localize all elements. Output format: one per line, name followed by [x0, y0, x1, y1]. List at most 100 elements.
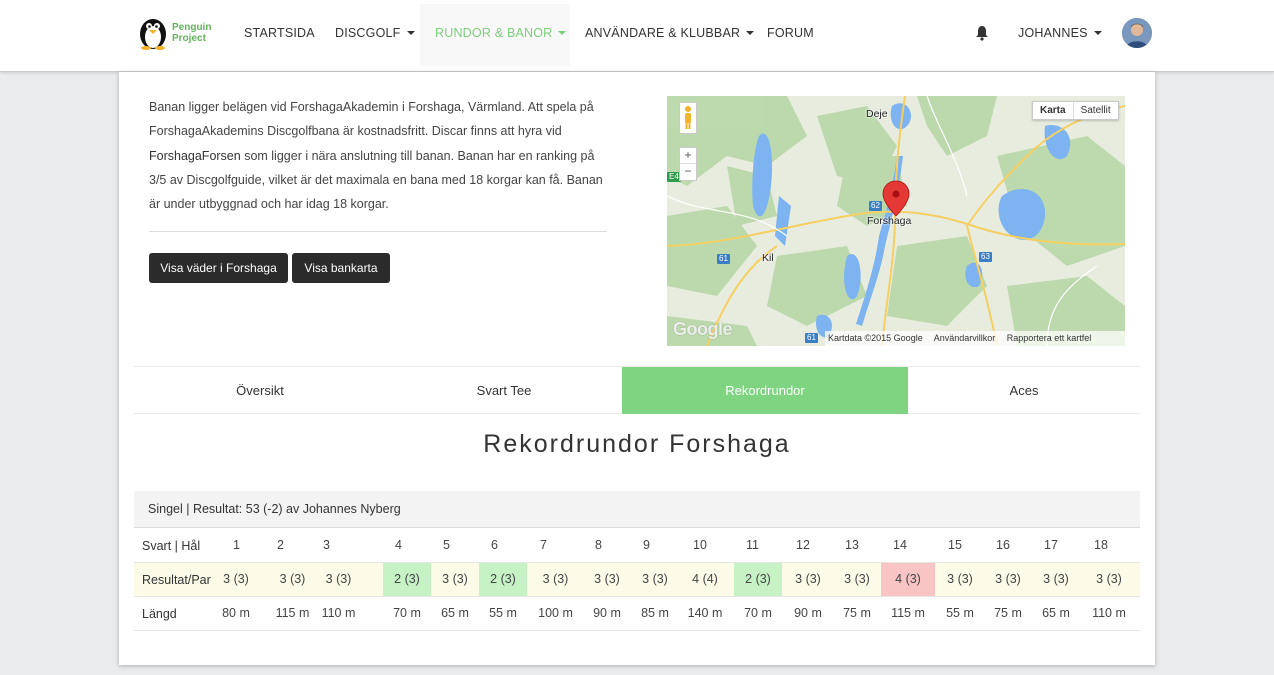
length-cell: 100 m — [538, 606, 573, 620]
street-view-pegman-icon[interactable] — [679, 102, 697, 134]
length-cell: 110 m — [1092, 606, 1126, 620]
road-shield: 63 — [979, 252, 992, 262]
logo-text: Penguin Project — [172, 22, 212, 44]
hole-number: 3 — [323, 538, 330, 552]
map-place-label: Forshaga — [867, 215, 912, 227]
chevron-down-icon — [406, 30, 415, 35]
zoom-out-button[interactable]: − — [680, 164, 696, 179]
nav-startsida[interactable]: STARTSIDA — [244, 0, 315, 66]
map-type-toggle: Karta Satellit — [1032, 101, 1119, 120]
hole-number: 17 — [1044, 538, 1058, 552]
row-label: Svart | Hål — [142, 539, 201, 553]
map-type-karta[interactable]: Karta — [1033, 102, 1074, 119]
result-cell: 3 (3) — [442, 572, 468, 586]
row-label: Resultat/Par — [142, 573, 211, 587]
result-cell: 3 (3) — [1043, 572, 1069, 586]
chevron-down-icon — [746, 30, 755, 35]
forshagaforsen-link[interactable]: ForshagaForsen — [149, 149, 241, 163]
record-round-header: Singel | Resultat: 53 (-2) av Johannes N… — [134, 491, 1140, 528]
avatar-image — [1122, 18, 1152, 48]
divider — [149, 231, 607, 232]
length-cell: 70 m — [393, 606, 421, 620]
hole-number: 13 — [845, 538, 859, 552]
tab-rekordrundor[interactable]: Rekordrundor — [622, 367, 908, 414]
result-cell: 3 (3) — [594, 572, 620, 586]
hole-number: 4 — [395, 538, 402, 552]
tab-oversikt[interactable]: Översikt — [134, 367, 386, 414]
hole-number: 1 — [233, 538, 240, 552]
nav-forum[interactable]: FORUM — [767, 0, 814, 66]
hole-number: 6 — [491, 538, 498, 552]
hole-number: 16 — [996, 538, 1010, 552]
map-zoom-control: + − — [679, 147, 697, 181]
holes-row: Svart | Hål 1 2 3 4 5 6 7 8 9 10 11 12 13 14 15 16 17 18 — [134, 529, 1140, 563]
length-cell: 85 m — [641, 606, 669, 620]
terms-link[interactable]: Användarvillkor — [934, 333, 996, 343]
tab-aces[interactable]: Aces — [908, 367, 1140, 414]
map-place-label: Deje — [866, 108, 888, 120]
result-cell: 3 (3) — [542, 572, 569, 586]
hole-number: 14 — [893, 538, 907, 552]
length-cell: 55 m — [489, 606, 517, 620]
hole-number: 5 — [443, 538, 450, 552]
lengths-row: Längd 80 m 115 m 110 m 70 m 65 m 55 m 100 m 90 … — [134, 597, 1140, 631]
result-cell: 3 (3) — [947, 572, 973, 586]
length-cell: 90 m — [593, 606, 621, 620]
section-title: Rekordrundor Forshaga — [483, 430, 791, 458]
report-error-link[interactable]: Rapportera ett kartfel — [1007, 333, 1092, 343]
show-course-map-button[interactable]: Visa bankarta — [292, 253, 390, 283]
hole-number: 10 — [693, 538, 707, 552]
length-cell: 115 m — [891, 606, 925, 620]
top-navbar: Penguin Project STARTSIDA DISCGOLF RUNDO… — [0, 0, 1274, 72]
result-cell: 3 (3) — [795, 572, 821, 586]
hole-number: 7 — [540, 538, 547, 552]
result-cell: 3 (3) — [223, 572, 249, 586]
result-cell: 4 (3) — [881, 563, 935, 596]
tab-svart-tee[interactable]: Svart Tee — [386, 367, 622, 414]
map-footer: Kartdata ©2015 Google Användarvillkor Ra… — [825, 331, 1125, 346]
length-cell: 75 m — [994, 606, 1022, 620]
map-place-label: Kil — [762, 252, 774, 264]
hole-number: 12 — [796, 538, 810, 552]
logo[interactable]: Penguin Project — [136, 14, 216, 54]
hole-number: 18 — [1094, 538, 1108, 552]
row-label: Längd — [142, 607, 177, 621]
road-shield: 61 — [717, 254, 730, 264]
length-cell: 65 m — [1042, 606, 1070, 620]
nav-anvandare-klubbar[interactable]: ANVÄNDARE & KLUBBAR — [585, 0, 755, 66]
user-menu[interactable]: JOHANNES — [1018, 0, 1102, 66]
google-logo: Google — [673, 319, 733, 339]
result-cell: 2 (3) — [734, 563, 782, 596]
hole-number: 8 — [595, 538, 602, 552]
result-cell: 3 (3) — [1096, 572, 1122, 586]
course-description: Banan ligger belägen vid ForshagaAkademi… — [149, 100, 603, 212]
length-cell: 75 m — [843, 606, 871, 620]
penguin-logo-icon — [140, 19, 166, 50]
map-type-satellit[interactable]: Satellit — [1074, 102, 1118, 119]
nav-rundor-banor[interactable]: RUNDOR & BANOR — [420, 4, 570, 66]
pegman-icon — [685, 106, 691, 129]
length-cell: 140 m — [687, 606, 723, 620]
length-cell: 80 m — [222, 606, 250, 620]
avatar[interactable] — [1122, 18, 1152, 48]
length-cell: 70 m — [744, 606, 772, 620]
length-cell: 110 m — [321, 606, 356, 620]
result-cell: 3 (3) — [844, 572, 870, 586]
show-weather-button[interactable]: Visa väder i Forshaga — [149, 253, 288, 283]
bell-icon[interactable] — [975, 25, 989, 41]
result-cell: 3 (3) — [325, 572, 352, 586]
results-row: Resultat/Par 3 (3) 3 (3) 3 (3) 2 (3) 3 (3) 2 … — [134, 563, 1140, 597]
result-cell: 2 (3) — [383, 563, 431, 596]
course-tabs: Översikt Svart Tee Rekordrundor Aces — [134, 366, 1140, 414]
length-cell: 55 m — [946, 606, 974, 620]
result-cell: 3 (3) — [995, 572, 1021, 586]
map-data-credit: Kartdata ©2015 Google — [828, 333, 923, 343]
chevron-down-icon — [558, 30, 567, 35]
hole-number: 15 — [948, 538, 962, 552]
result-cell: 4 (4) — [692, 572, 718, 586]
result-cell: 3 (3) — [642, 572, 668, 586]
nav-discgolf[interactable]: DISCGOLF — [335, 0, 415, 66]
length-cell: 65 m — [441, 606, 469, 620]
road-shield: 62 — [869, 201, 882, 211]
zoom-in-button[interactable]: + — [680, 148, 696, 164]
